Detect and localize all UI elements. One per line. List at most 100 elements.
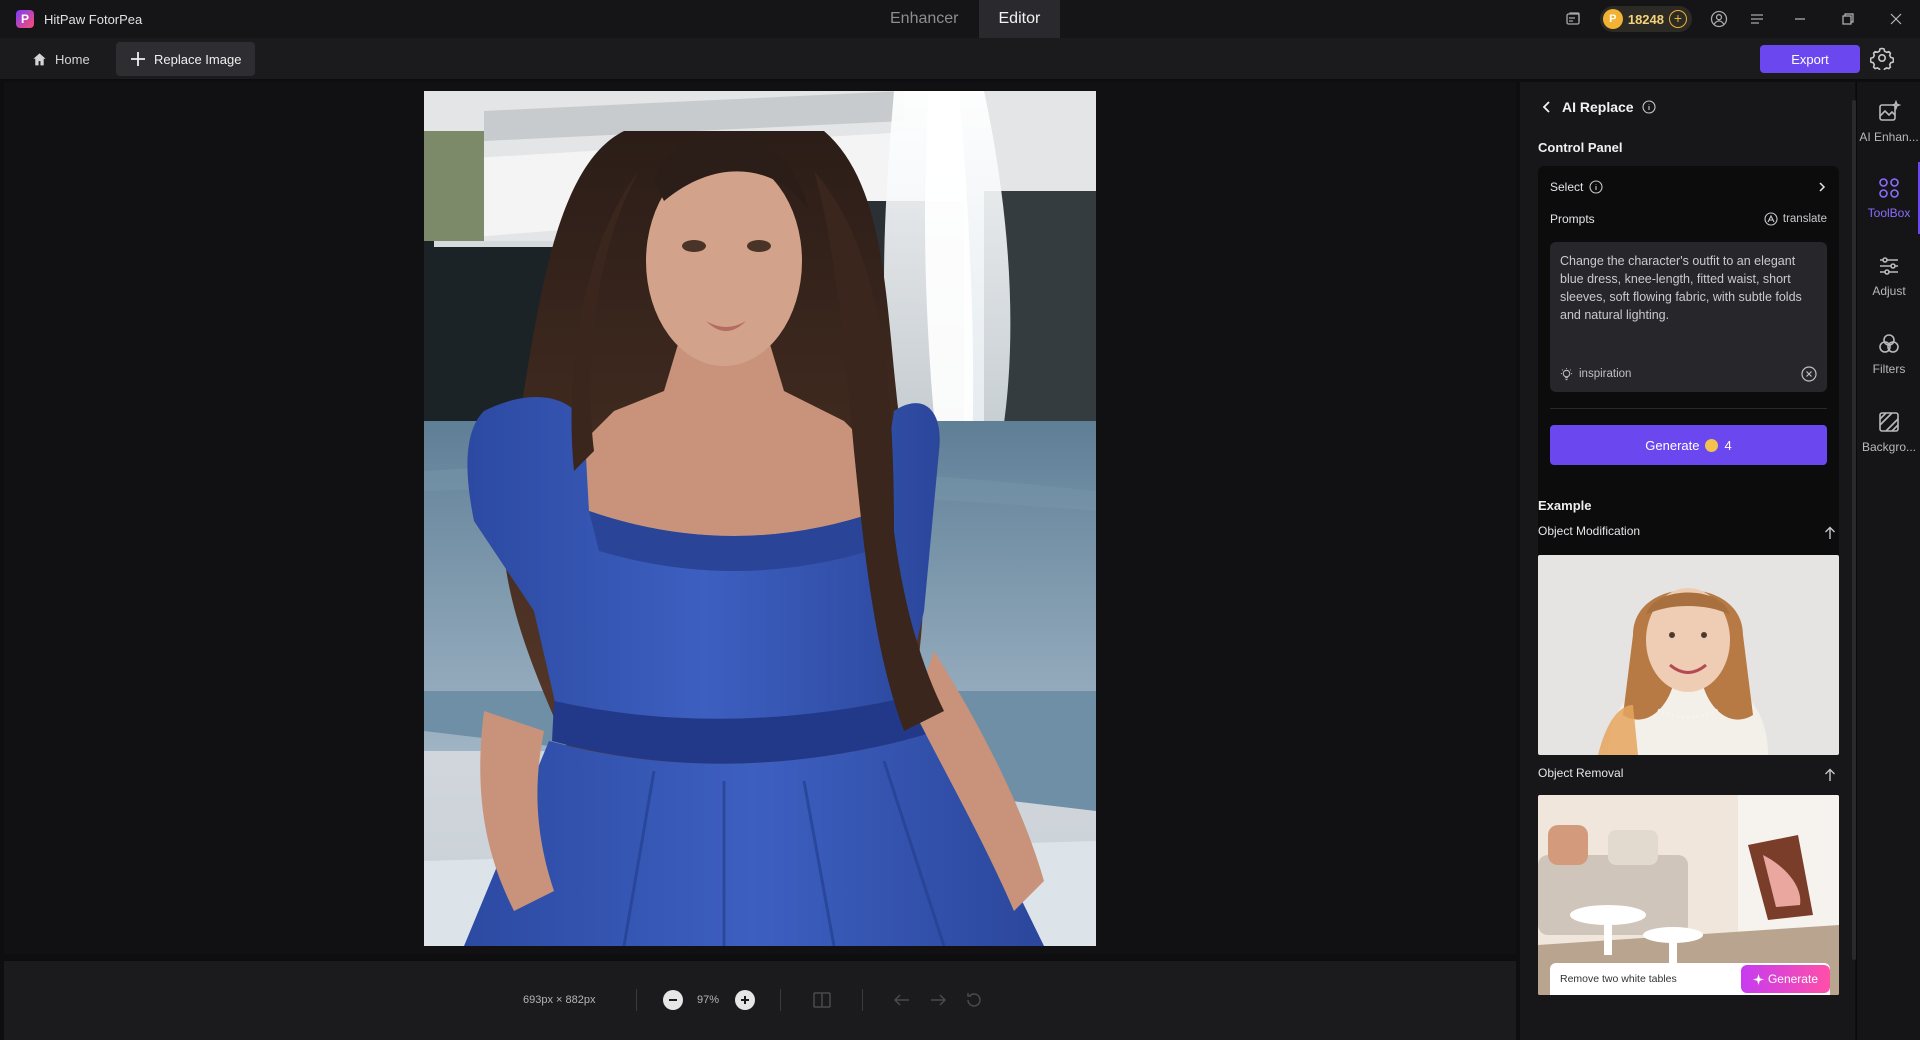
rail-item-background[interactable]: Backgro...: [1857, 396, 1920, 468]
removal-generate-label: Generate: [1767, 972, 1818, 986]
prompt-text[interactable]: Change the character's outfit to an eleg…: [1560, 252, 1817, 324]
panel-title: AI Replace: [1562, 99, 1634, 115]
plus-icon: [741, 996, 749, 1004]
lightbulb-icon: [1560, 367, 1573, 380]
rail-item-filters[interactable]: Filters: [1857, 318, 1920, 390]
account-icon[interactable]: [1700, 0, 1738, 38]
app-name: HitPaw FotorPea: [44, 12, 143, 27]
divider: [862, 989, 863, 1011]
translate-button[interactable]: translate: [1764, 212, 1827, 226]
settings-gear-icon[interactable]: [1870, 46, 1894, 70]
removal-prompt-bar: Remove two white tables Generate: [1550, 963, 1830, 995]
home-button[interactable]: Home: [18, 42, 104, 76]
rail-label: Backgro...: [1861, 440, 1917, 454]
export-button[interactable]: Export: [1760, 45, 1860, 73]
rail-item-ai-enhance[interactable]: AI Enhan...: [1857, 86, 1920, 158]
coin-balance[interactable]: P 18248 +: [1599, 6, 1692, 32]
replace-image-button[interactable]: Replace Image: [116, 42, 256, 76]
canvas-status-bar: 693px × 882px 97%: [4, 960, 1516, 1040]
zoom-in-button[interactable]: [735, 990, 755, 1010]
rail-label: Filters: [1872, 362, 1906, 376]
canvas-area[interactable]: [4, 82, 1516, 954]
plus-icon: [131, 52, 145, 66]
image-dimensions: 693px × 882px: [523, 994, 596, 1006]
minimize-icon[interactable]: [1776, 0, 1824, 38]
removal-generate-button[interactable]: Generate: [1740, 965, 1830, 993]
select-row[interactable]: Select: [1550, 180, 1827, 194]
editor-toolbar: Home Replace Image Export: [0, 38, 1920, 80]
mode-tabs: Enhancer Editor: [870, 0, 1061, 38]
divider: [1550, 408, 1827, 409]
select-label: Select: [1550, 180, 1584, 194]
coin-icon: P: [1602, 9, 1623, 29]
inspiration-button[interactable]: inspiration: [1560, 367, 1632, 381]
home-label: Home: [55, 51, 90, 67]
rail-label: AI Enhan...: [1859, 130, 1919, 144]
edited-photo[interactable]: [424, 91, 1096, 946]
generate-label: Generate: [1645, 437, 1700, 453]
prompts-label: Prompts: [1550, 212, 1595, 226]
divider: [636, 989, 637, 1011]
inspiration-label: inspiration: [1579, 368, 1632, 380]
prompts-row: Prompts translate: [1550, 212, 1827, 226]
compare-icon[interactable]: [812, 990, 832, 1010]
rail-item-adjust[interactable]: Adjust: [1857, 240, 1920, 312]
divider: [780, 989, 781, 1011]
example-modification-illustration: [1538, 555, 1839, 755]
info-icon: [1589, 180, 1603, 194]
translate-label: translate: [1782, 213, 1827, 225]
ai-enhance-icon: [1879, 100, 1901, 121]
control-panel-title: Control Panel: [1538, 140, 1623, 155]
chevron-right-icon: [1819, 182, 1826, 192]
photo-illustration: [424, 91, 1096, 946]
adjust-icon: [1880, 257, 1898, 275]
right-tool-rail: AI Enhan... ToolBox Adjust Filters Backg…: [1856, 82, 1920, 1040]
filters-icon: [1879, 334, 1899, 353]
app-logo: P: [16, 10, 34, 28]
title-bar: P HitPaw FotorPea Enhancer Editor P 1824…: [0, 0, 1920, 38]
coin-icon: [1705, 438, 1719, 452]
example-title: Example: [1538, 498, 1592, 513]
zoom-out-button[interactable]: [663, 990, 683, 1010]
toolbox-icon: [1879, 178, 1899, 198]
removal-prompt-text: Remove two white tables: [1560, 973, 1677, 985]
add-coins-icon[interactable]: +: [1669, 10, 1687, 28]
rail-label: Adjust: [1872, 284, 1906, 298]
rail-label: ToolBox: [1867, 206, 1911, 220]
clear-icon[interactable]: [1801, 366, 1817, 382]
example-image-modification[interactable]: [1538, 555, 1839, 755]
redo-icon[interactable]: [928, 990, 948, 1010]
panel-header: AI Replace: [1540, 99, 1656, 115]
back-arrow-icon[interactable]: [1540, 100, 1554, 114]
prompt-footer: inspiration: [1560, 366, 1817, 382]
menu-icon[interactable]: [1738, 0, 1776, 38]
gallery-icon[interactable]: [1554, 0, 1592, 38]
tab-enhancer[interactable]: Enhancer: [870, 0, 979, 38]
home-icon: [33, 52, 46, 65]
background-icon: [1879, 412, 1899, 432]
close-icon[interactable]: [1872, 0, 1920, 38]
restore-icon[interactable]: [1824, 0, 1872, 38]
reset-icon[interactable]: [964, 990, 984, 1010]
logo-letter: P: [20, 12, 29, 26]
undo-icon[interactable]: [892, 990, 912, 1010]
prompt-textarea[interactable]: Change the character's outfit to an eleg…: [1550, 242, 1827, 392]
info-icon[interactable]: [1642, 100, 1656, 114]
title-bar-controls: P 18248 +: [1554, 0, 1920, 38]
sparkle-icon: [1752, 973, 1764, 985]
minus-icon: [669, 999, 677, 1001]
upload-arrow-icon[interactable]: [1824, 768, 1836, 782]
ai-replace-panel: AI Replace Control Panel Select Prompts …: [1520, 82, 1855, 1040]
example-image-removal[interactable]: Remove two white tables Generate: [1538, 795, 1839, 995]
example-label-modification: Object Modification: [1538, 524, 1641, 538]
translate-icon: [1764, 212, 1778, 226]
upload-arrow-icon[interactable]: [1824, 526, 1836, 540]
rail-item-toolbox[interactable]: ToolBox: [1857, 162, 1920, 234]
example-label-removal: Object Removal: [1538, 766, 1624, 780]
generate-button[interactable]: Generate 4: [1550, 425, 1827, 465]
coin-value: 18248: [1627, 11, 1664, 27]
replace-image-label: Replace Image: [154, 51, 242, 67]
tab-editor[interactable]: Editor: [978, 0, 1061, 38]
generate-cost: 4: [1724, 437, 1732, 453]
zoom-level: 97%: [697, 994, 720, 1006]
